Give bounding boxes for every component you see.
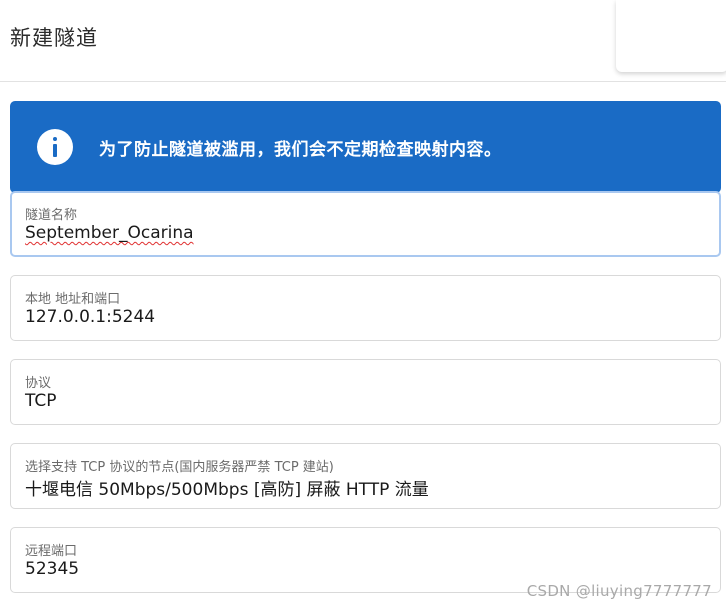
protocol-field[interactable]: 协议 TCP [10, 359, 721, 425]
page-header: 新建隧道 [0, 0, 726, 82]
info-icon [37, 129, 73, 165]
protocol-select[interactable]: TCP [25, 391, 57, 411]
node-label: 选择支持 TCP 协议的节点(国内服务器严禁 TCP 建站) [25, 460, 334, 475]
protocol-label: 协议 [25, 376, 52, 391]
header-card[interactable] [616, 0, 726, 72]
remote-port-label: 远程端口 [25, 544, 78, 559]
remote-port-input[interactable]: 52345 [25, 559, 79, 579]
tunnel-name-field[interactable]: 隧道名称 September_Ocarina [10, 191, 721, 257]
local-address-label: 本地 地址和端口 [25, 292, 121, 307]
node-select[interactable]: 十堰电信 50Mbps/500Mbps [高防] 屏蔽 HTTP 流量 [25, 475, 429, 500]
info-alert: 为了防止隧道被滥用，我们会不定期检查映射内容。 [10, 101, 721, 193]
tunnel-name-label: 隧道名称 [25, 208, 78, 223]
alert-message: 为了防止隧道被滥用，我们会不定期检查映射内容。 [99, 139, 502, 160]
watermark: CSDN @liuying7777777 [526, 582, 712, 600]
local-address-input[interactable]: 127.0.0.1:5244 [25, 307, 155, 327]
node-field[interactable]: 选择支持 TCP 协议的节点(国内服务器严禁 TCP 建站) 十堰电信 50Mb… [10, 443, 721, 509]
local-address-field[interactable]: 本地 地址和端口 127.0.0.1:5244 [10, 275, 721, 341]
page-title: 新建隧道 [10, 26, 98, 50]
tunnel-name-input[interactable]: September_Ocarina [25, 223, 194, 243]
